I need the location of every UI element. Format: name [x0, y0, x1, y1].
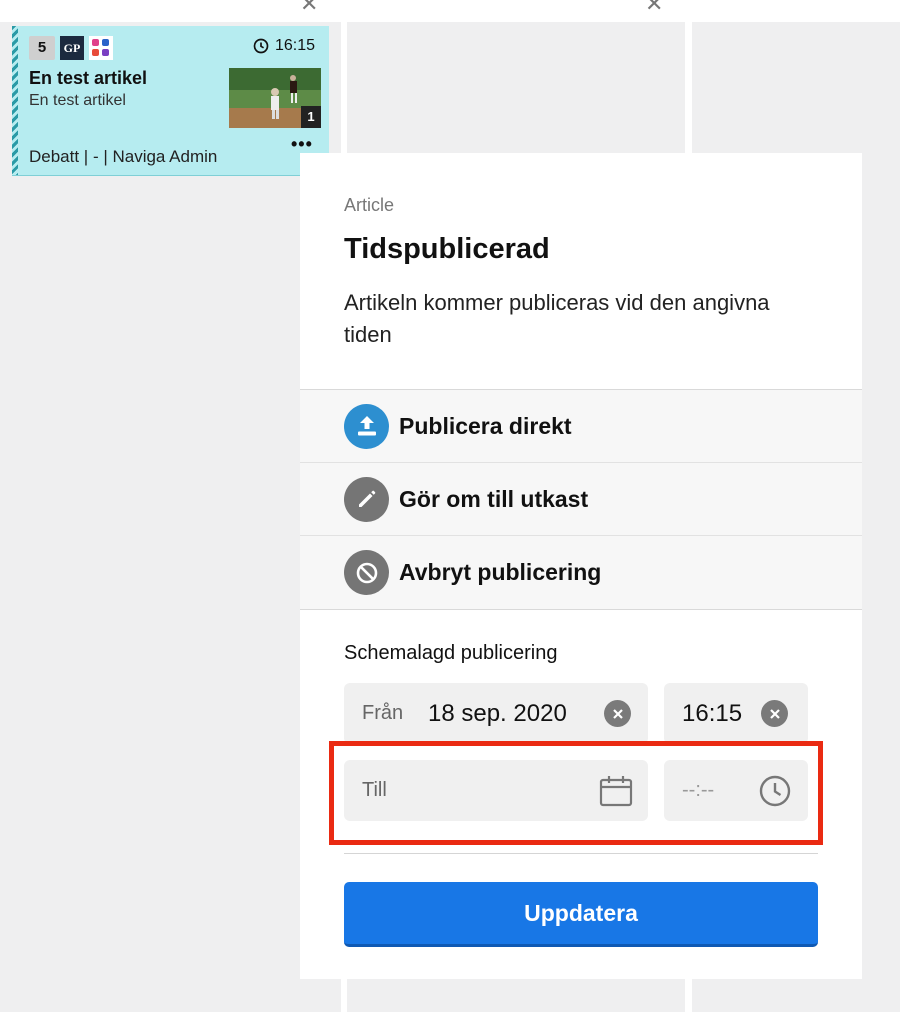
highlight-box [329, 741, 823, 845]
cancel-publishing-label: Avbryt publicering [399, 559, 602, 585]
divider [344, 853, 818, 854]
publish-now-label: Publicera direkt [399, 412, 572, 439]
clear-icon[interactable] [604, 700, 631, 727]
schedule-title: Schemalagd publicering [344, 642, 558, 664]
cancel-publishing-action[interactable]: Avbryt publicering [300, 536, 862, 609]
card-thumbnail[interactable]: 1 [229, 68, 321, 128]
popup-title: Tidspublicerad [344, 233, 550, 265]
card-meta: Debatt | - | Naviga Admin [29, 147, 218, 166]
publish-now-action[interactable]: Publicera direkt [300, 390, 862, 463]
app-icon [89, 36, 113, 60]
card-time: 16:15 [253, 37, 315, 55]
action-list: Publicera direkt Gör om till utkast Avbr… [300, 389, 862, 610]
update-button[interactable]: Uppdatera [344, 882, 818, 947]
image-count-badge: 1 [301, 106, 321, 128]
card-time-text: 16:15 [274, 37, 315, 54]
close-column-icon[interactable]: ✕ [645, 0, 663, 16]
pencil-icon [344, 476, 389, 522]
priority-badge: 5 [29, 36, 55, 60]
publish-popup: Article Tidspublicerad Artikeln kommer p… [300, 153, 862, 979]
convert-to-draft-action[interactable]: Gör om till utkast [300, 463, 862, 536]
upload-icon [344, 403, 389, 449]
source-badge: GP [60, 36, 84, 60]
close-column-icon[interactable]: ✕ [300, 0, 318, 16]
block-icon [344, 550, 389, 595]
scheduled-stripe [12, 26, 18, 175]
clear-icon[interactable] [761, 700, 788, 727]
more-options-icon[interactable]: ••• [291, 134, 313, 155]
card-subtitle: En test artikel [29, 92, 126, 109]
popup-kicker: Article [344, 195, 395, 215]
app-stage: ✕ ✕ 5 GP 16:15 En test artikel En test a… [0, 0, 900, 1012]
from-date-value: 18 sep. 2020 [428, 699, 567, 727]
popup-description: Artikeln kommer publiceras vid den angiv… [344, 290, 770, 347]
clock-icon [253, 38, 269, 54]
from-time-field[interactable]: 16:15 [664, 683, 808, 744]
from-date-field[interactable]: Från 18 sep. 2020 [344, 683, 648, 744]
card-title: En test artikel [29, 68, 148, 88]
convert-to-draft-label: Gör om till utkast [399, 485, 589, 512]
from-time-value: 16:15 [682, 699, 743, 727]
from-label: Från [362, 702, 404, 724]
article-card[interactable]: 5 GP 16:15 En test artikel En test artik… [12, 26, 329, 176]
